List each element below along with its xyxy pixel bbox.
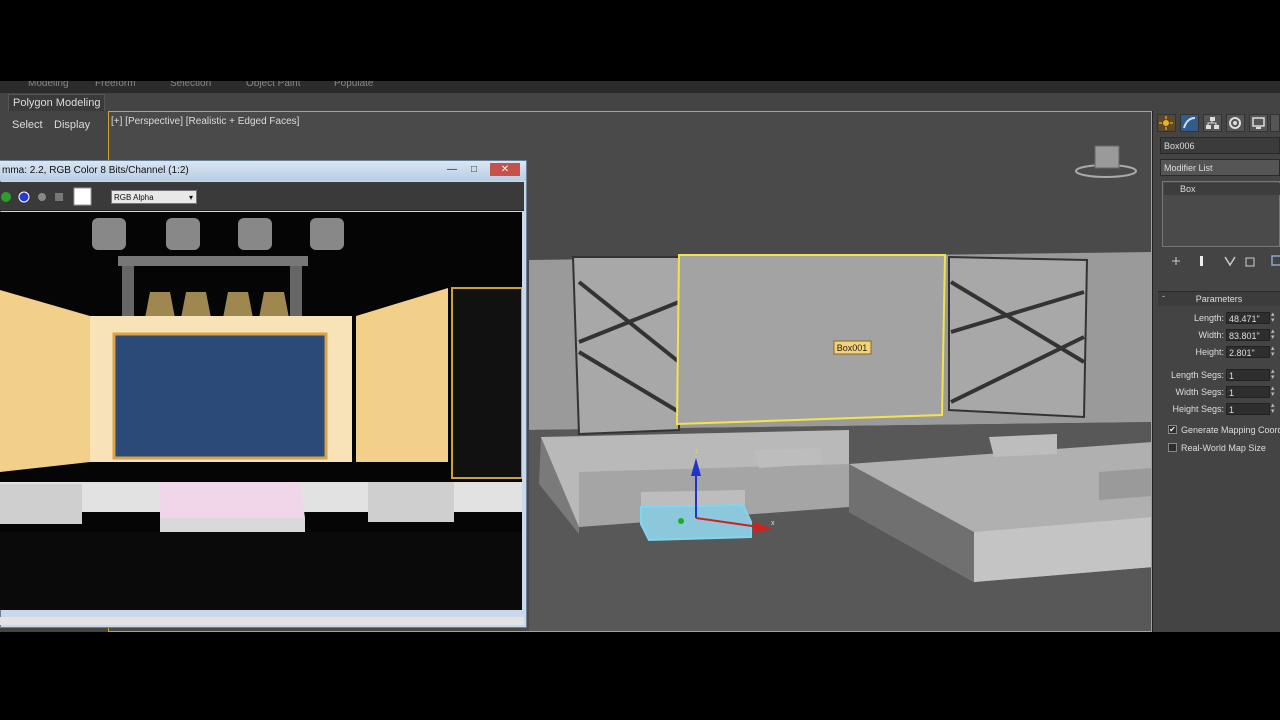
alpha-channel-icon[interactable] (38, 193, 46, 201)
rollout-collapse-toggle[interactable]: - (1162, 291, 1165, 301)
gizmo-z-label: z (695, 448, 699, 455)
utilities-tab-wrench-icon[interactable] (1270, 114, 1280, 132)
generate-mapping-checkbox[interactable]: ✔ (1168, 425, 1177, 434)
close-button[interactable]: ✕ (490, 163, 520, 176)
width-input[interactable]: 83.801" (1226, 329, 1270, 341)
viewcube[interactable] (1094, 145, 1120, 169)
monochrome-icon[interactable] (55, 193, 63, 201)
step-box (1099, 468, 1151, 500)
green-channel-icon[interactable] (1, 192, 11, 202)
width-spinner[interactable]: ▴ ▾ (1271, 328, 1279, 341)
modifier-stack-item-box[interactable]: Box (1164, 183, 1280, 195)
color-swatch[interactable] (73, 187, 92, 206)
hierarchy-tab-icon[interactable] (1203, 114, 1222, 132)
letterbox-top (0, 0, 1280, 88)
left-truss-panel (571, 256, 680, 436)
height-segs-spinner[interactable]: ▴ ▾ (1271, 402, 1279, 415)
stage-steps (0, 484, 82, 524)
step-box (989, 434, 1057, 457)
parameters-rollout-header[interactable]: Parameters (1158, 291, 1280, 306)
length-input[interactable]: 48.471" (1226, 312, 1270, 324)
rendered-stage-image (0, 212, 522, 610)
ribbon-panel-row (0, 93, 1280, 112)
letterbox-bottom (0, 632, 1280, 720)
configure-modifier-sets-icon[interactable] (1270, 253, 1280, 269)
floor-reflection (0, 532, 522, 610)
horizontal-scrollbar[interactable] (0, 617, 524, 625)
channel-toggles (1, 187, 92, 206)
generate-mapping-label: Generate Mapping Coords. (1181, 425, 1280, 435)
viewport-label[interactable]: [+] [Perspective] [Realistic + Edged Fac… (111, 116, 299, 127)
minimize-button[interactable]: — (442, 163, 462, 176)
truss-leg (122, 266, 134, 316)
create-tab-sun-icon[interactable] (1157, 114, 1176, 132)
height-spinner[interactable]: ▴ ▾ (1271, 345, 1279, 358)
polygon-modeling-button[interactable]: Polygon Modeling (8, 94, 106, 112)
scene-explorer-display-tab[interactable]: Display (54, 119, 90, 131)
right-glow-panel (356, 288, 448, 462)
height-input[interactable]: 2.801" (1226, 346, 1270, 358)
make-unique-icon[interactable] (1222, 253, 1238, 269)
width-label: Width: (1198, 330, 1224, 340)
display-tab-monitor-icon[interactable] (1249, 114, 1268, 132)
chevron-down-icon: ▾ (188, 193, 193, 202)
length-segs-spinner[interactable]: ▴ ▾ (1271, 368, 1279, 381)
scene-explorer-select-tab[interactable]: Select (12, 119, 43, 131)
channel-display-select[interactable]: RGB Alpha ▾ (111, 190, 197, 204)
stage-steps (368, 482, 454, 522)
motion-tab-icon[interactable] (1226, 114, 1245, 132)
rendered-image (0, 212, 522, 610)
length-segs-input[interactable]: 1 (1226, 369, 1270, 381)
ribbon-tab-populate[interactable]: Populate (334, 81, 373, 89)
length-label: Length: (1193, 313, 1224, 323)
truss-leg (290, 266, 302, 316)
height-segs-label: Height Segs: (1172, 404, 1224, 414)
runway (160, 482, 305, 518)
length-segs-label: Length Segs: (1170, 370, 1224, 380)
height-label: Height: (1195, 347, 1224, 357)
remove-modifier-icon[interactable] (1242, 253, 1258, 269)
width-segs-label: Width Segs: (1175, 387, 1224, 397)
ribbon-tab-modeling[interactable]: Modeling (28, 81, 69, 89)
ribbon-tab-freeform[interactable]: Freeform (95, 81, 136, 89)
truss-beam (118, 256, 308, 266)
right-backdrop (451, 287, 522, 479)
width-segs-spinner[interactable]: ▴ ▾ (1271, 385, 1279, 398)
object-name-field[interactable]: Box006 (1160, 137, 1280, 154)
modify-tab-icon[interactable] (1180, 114, 1199, 132)
ribbon-tab-selection[interactable]: Selection (170, 81, 211, 89)
gizmo-y-handle[interactable] (678, 518, 684, 524)
ribbon-tab-object-paint[interactable]: Object Paint (246, 81, 300, 89)
render-window-toolbar (0, 182, 524, 211)
maximize-button[interactable]: □ (464, 163, 484, 176)
screen-box001[interactable] (675, 254, 947, 426)
length-spinner[interactable]: ▴ ▾ (1271, 311, 1279, 324)
left-glow-panel (0, 290, 90, 472)
pin-stack-icon[interactable] (1168, 253, 1184, 269)
show-end-result-icon[interactable] (1194, 253, 1210, 269)
stack-toolbar (1160, 253, 1280, 271)
real-world-map-size-label: Real-World Map Size (1181, 443, 1266, 453)
box001-label: Box001 (837, 343, 868, 353)
ribbon-tabs: Modeling Freeform Selection Object Paint… (0, 81, 1280, 93)
real-world-map-size-checkbox[interactable] (1168, 443, 1177, 452)
channel-select-value: RGB Alpha (114, 193, 154, 202)
modifier-list-dropdown[interactable]: Modifier List (1160, 159, 1280, 176)
gizmo-x-label: x (771, 520, 775, 527)
height-segs-input[interactable]: 1 (1226, 403, 1270, 415)
blue-channel-icon[interactable] (18, 191, 30, 203)
width-segs-input[interactable]: 1 (1226, 386, 1270, 398)
led-screen (112, 332, 328, 460)
